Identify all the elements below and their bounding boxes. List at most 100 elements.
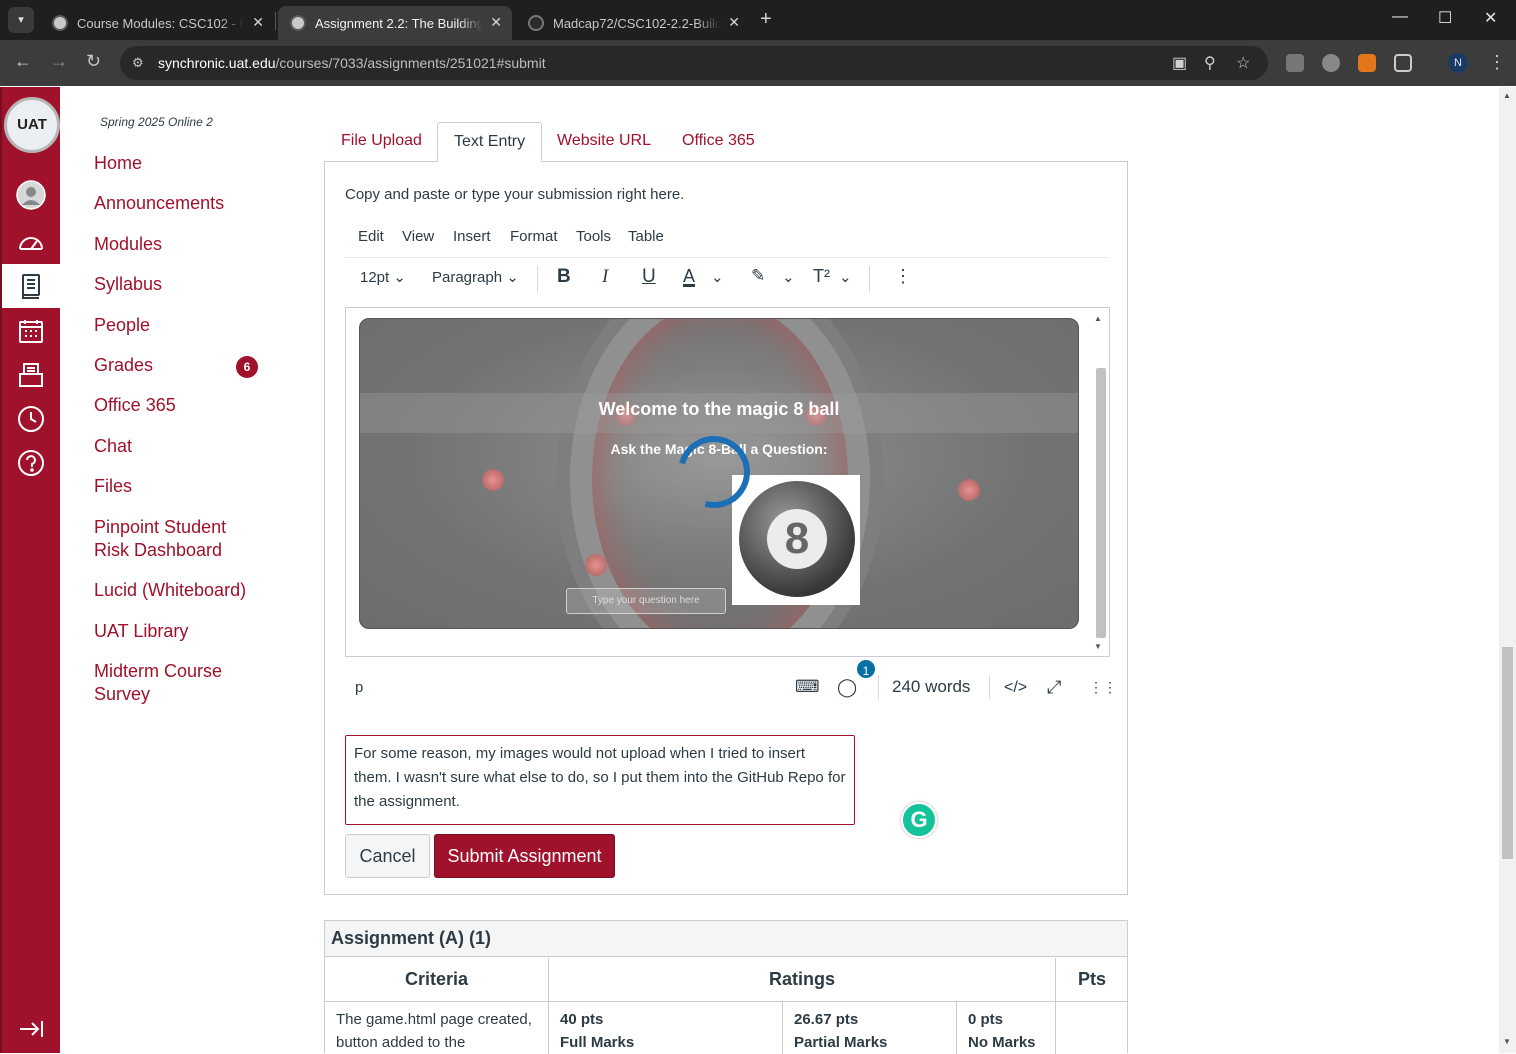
rubric-criterion: The game.html page created, button added… (325, 1002, 549, 1054)
tab-search-button[interactable]: ▾ (8, 7, 34, 33)
word-count[interactable]: 240 words (892, 677, 970, 697)
editor-toolbar: 12pt ⌄ Paragraph ⌄ B I U A ⌄ ✎ ⌄ T² ⌄ ⋮ (345, 258, 1109, 300)
course-nav-files[interactable]: Files (94, 475, 132, 498)
block-format-select[interactable]: Paragraph ⌄ (432, 268, 519, 286)
tab-file-upload[interactable]: File Upload (325, 122, 438, 162)
more-options-icon[interactable]: ⋮ (894, 266, 912, 287)
forward-icon[interactable]: → (50, 51, 68, 72)
profile-avatar[interactable]: N (1448, 53, 1468, 73)
course-nav-syllabus[interactable]: Syllabus (94, 273, 162, 296)
new-tab-icon[interactable]: + (760, 8, 772, 31)
fullscreen-icon[interactable]: ⤢ (1047, 677, 1061, 698)
menu-edit[interactable]: Edit (358, 228, 384, 245)
scroll-down-icon[interactable]: ▼ (1094, 642, 1102, 651)
font-size-value: 12pt (360, 269, 390, 286)
rich-text-editor[interactable]: Welcome to the magic 8 ball Ask the Magi… (345, 307, 1110, 657)
reload-icon[interactable]: ↻ (86, 51, 101, 72)
editor-scrollbar[interactable]: ▲ ▼ (1093, 312, 1107, 654)
collapse-nav-icon[interactable] (2, 1007, 60, 1051)
page-scroll-thumb[interactable] (1502, 647, 1513, 859)
metamask-extension-icon[interactable] (1358, 54, 1376, 72)
courses-icon[interactable] (2, 264, 60, 308)
keyboard-shortcuts-icon[interactable]: ⌨ (795, 677, 820, 697)
course-nav-pinpoint[interactable]: Pinpoint Student Risk Dashboard (94, 516, 254, 562)
close-window-icon[interactable]: ✕ (1484, 8, 1497, 28)
close-tab-icon[interactable]: ✕ (490, 14, 502, 31)
menu-format[interactable]: Format (510, 228, 558, 245)
course-nav-chat[interactable]: Chat (94, 435, 132, 458)
bold-icon[interactable]: B (557, 266, 571, 288)
scroll-up-icon[interactable]: ▲ (1503, 91, 1511, 100)
tab-text-entry[interactable]: Text Entry (437, 122, 543, 162)
minimize-icon[interactable]: — (1392, 8, 1408, 26)
maximize-icon[interactable]: ☐ (1438, 8, 1452, 28)
browser-tab[interactable]: Course Modules: CSC102 - Intro ✕ (40, 6, 274, 40)
course-nav-office365[interactable]: Office 365 (94, 394, 176, 417)
close-tab-icon[interactable]: ✕ (728, 14, 740, 31)
tab-website-url[interactable]: Website URL (541, 122, 667, 162)
element-path[interactable]: p (355, 679, 363, 696)
course-nav-survey[interactable]: Midterm Course Survey (94, 660, 244, 706)
address-bar[interactable]: ⚙ synchronic.uat.edu/courses/7033/assign… (120, 46, 1268, 80)
menu-view[interactable]: View (402, 228, 434, 245)
grammarly-icon[interactable]: G (901, 802, 937, 838)
course-nav-library[interactable]: UAT Library (94, 620, 188, 643)
rubric-rating-partial[interactable]: 26.67 pts Partial Marks (783, 1002, 957, 1054)
scroll-up-icon[interactable]: ▲ (1094, 314, 1102, 323)
html-editor-toggle[interactable]: </> (1004, 679, 1027, 697)
superscript-icon[interactable]: T² (813, 266, 830, 287)
course-nav-announcements[interactable]: Announcements (94, 192, 224, 215)
resize-handle-icon[interactable]: ⋮⋮ (1089, 679, 1117, 696)
url-host: synchronic.uat.edu (158, 55, 276, 71)
chevron-down-icon[interactable]: ⌄ (782, 268, 795, 286)
browser-menu-icon[interactable]: ⋮ (1488, 52, 1506, 73)
grammarly-extension-icon[interactable] (1322, 54, 1340, 72)
menu-insert[interactable]: Insert (453, 228, 491, 245)
url-text: synchronic.uat.edu/courses/7033/assignme… (158, 55, 546, 71)
extension-icon[interactable] (1286, 54, 1304, 72)
editor-statusbar: p ⌨ ◯ 1 240 words </> ⤢ ⋮⋮ (345, 658, 1117, 707)
submission-comment-field[interactable]: For some reason, my images would not upl… (345, 735, 855, 825)
browser-tab-active[interactable]: Assignment 2.2: The Building Bl ✕ (278, 6, 512, 40)
dashboard-icon[interactable] (2, 220, 60, 264)
underline-icon[interactable]: U (642, 266, 656, 288)
chevron-down-icon[interactable]: ⌄ (711, 268, 724, 286)
submit-assignment-button[interactable]: Submit Assignment (434, 834, 615, 878)
install-app-icon[interactable]: ▣ (1172, 53, 1187, 73)
page-scrollbar[interactable]: ▲ ▼ (1499, 87, 1516, 1053)
calendar-icon[interactable] (2, 309, 60, 353)
text-color-icon[interactable]: A (683, 266, 695, 287)
scroll-thumb[interactable] (1096, 368, 1106, 638)
highlight-color-icon[interactable]: ✎ (751, 266, 765, 286)
status-divider (989, 675, 990, 699)
help-icon[interactable] (2, 441, 60, 485)
inbox-icon[interactable] (2, 353, 60, 397)
font-size-select[interactable]: 12pt ⌄ (360, 268, 406, 286)
extensions-puzzle-icon[interactable] (1394, 54, 1412, 72)
bookmark-star-icon[interactable]: ☆ (1236, 53, 1250, 73)
zoom-icon[interactable]: ⚲ (1204, 53, 1216, 73)
menu-table[interactable]: Table (628, 228, 664, 245)
uat-logo[interactable]: UAT (4, 97, 60, 153)
eight-ball-image: 8 (732, 475, 860, 605)
course-nav-people[interactable]: People (94, 314, 150, 337)
account-icon[interactable] (2, 173, 60, 217)
accessibility-checker-icon[interactable]: ◯ (837, 677, 857, 698)
history-icon[interactable] (2, 397, 60, 441)
chevron-down-icon[interactable]: ⌄ (839, 268, 852, 286)
rubric-rating-none[interactable]: 0 pts No Marks (957, 1002, 1056, 1054)
course-nav-lucid[interactable]: Lucid (Whiteboard) (94, 579, 246, 602)
scroll-down-icon[interactable]: ▼ (1503, 1037, 1511, 1046)
back-icon[interactable]: ← (14, 51, 32, 72)
browser-tab[interactable]: Madcap72/CSC102-2.2-Building ✕ (516, 6, 750, 40)
course-nav-modules[interactable]: Modules (94, 233, 162, 256)
tab-office-365[interactable]: Office 365 (666, 122, 771, 162)
italic-icon[interactable]: I (602, 266, 608, 288)
rubric-rating-full[interactable]: 40 pts Full Marks (549, 1002, 783, 1054)
close-tab-icon[interactable]: ✕ (252, 14, 264, 31)
course-nav-grades[interactable]: Grades (94, 354, 153, 377)
site-info-icon[interactable]: ⚙ (132, 55, 144, 71)
cancel-button[interactable]: Cancel (345, 834, 430, 878)
menu-tools[interactable]: Tools (576, 228, 611, 245)
course-nav-home[interactable]: Home (94, 152, 142, 175)
